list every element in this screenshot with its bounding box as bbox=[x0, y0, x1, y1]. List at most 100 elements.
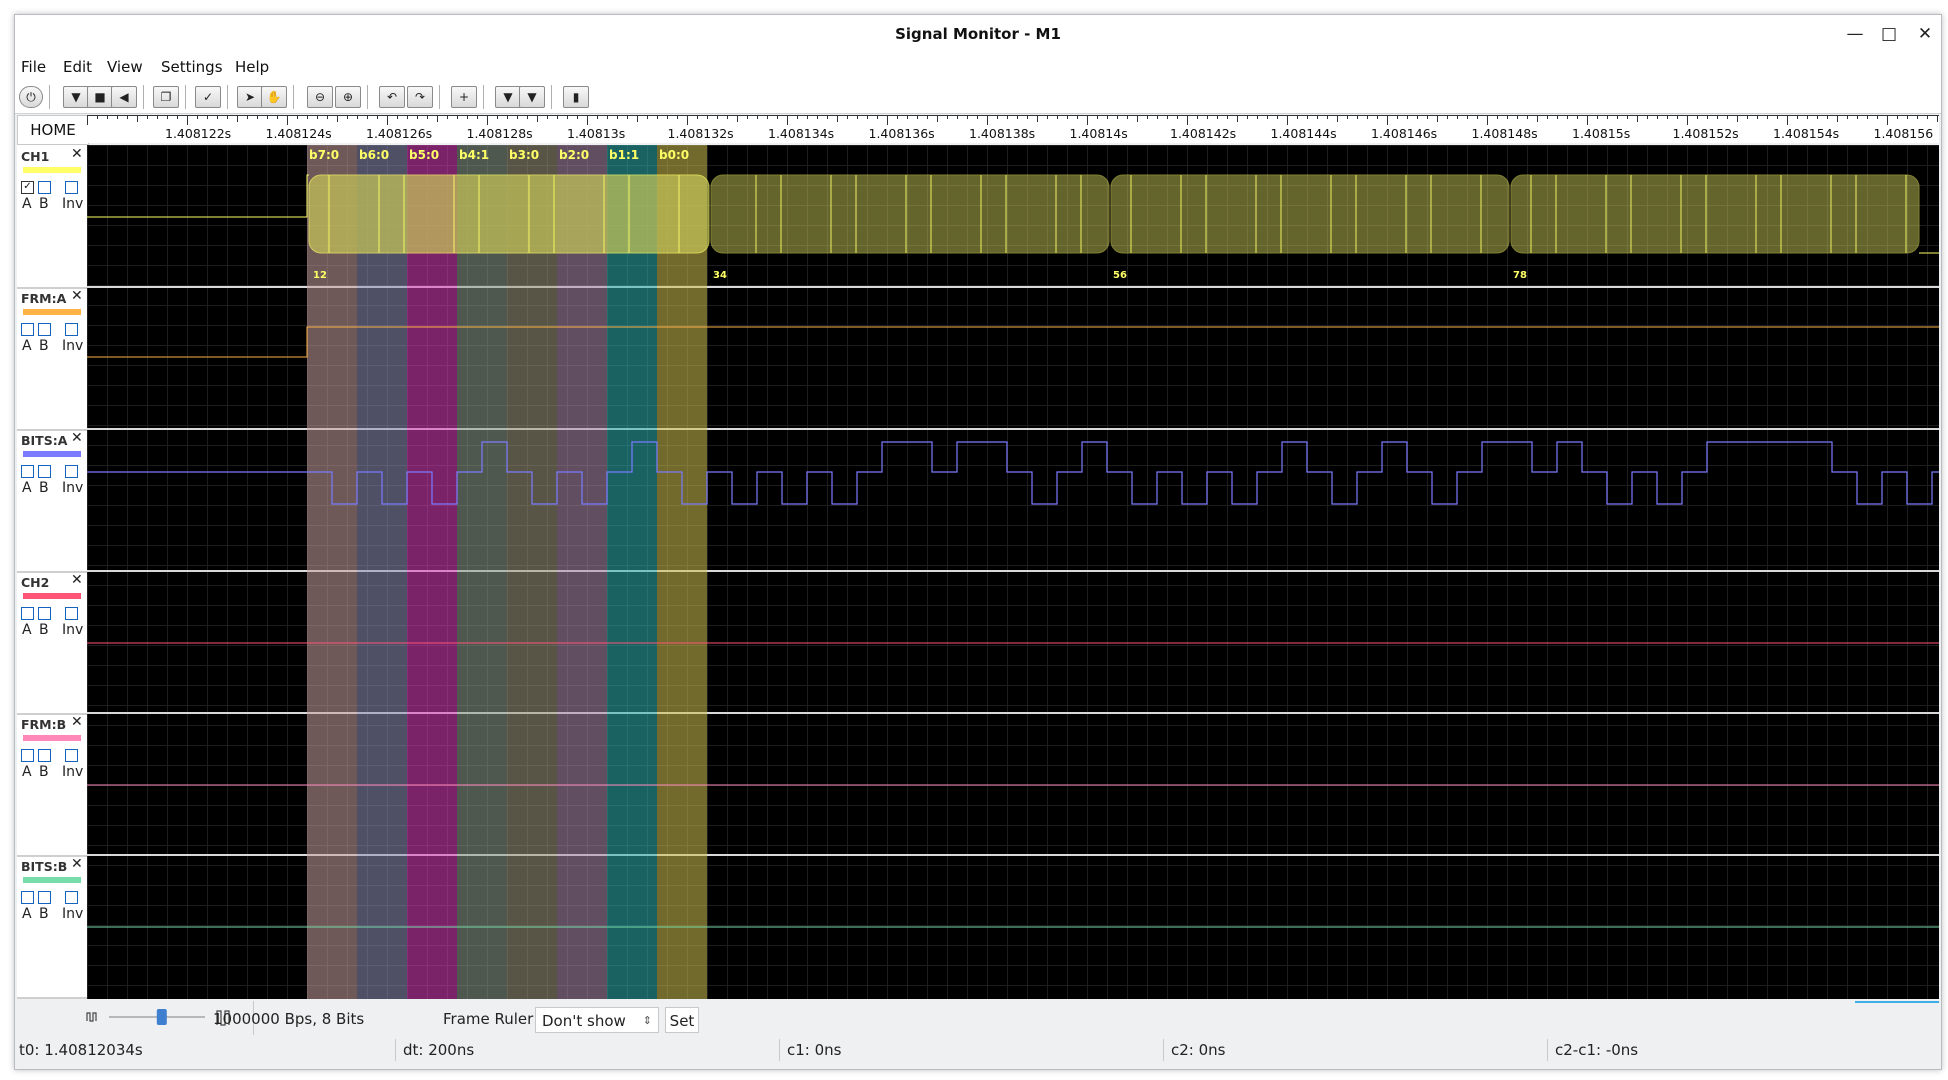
ruler-label: 1.408132s bbox=[667, 126, 734, 141]
hand-icon[interactable]: ✋ bbox=[261, 86, 287, 108]
close-channel-icon[interactable]: ✕ bbox=[71, 856, 83, 872]
add-icon[interactable]: + bbox=[451, 86, 477, 108]
ruler-label: 1.408154s bbox=[1773, 126, 1840, 141]
ruler-label: 1.40813s bbox=[567, 126, 626, 141]
undo-icon[interactable]: ↶ bbox=[379, 86, 405, 108]
set-button[interactable]: Set bbox=[665, 1007, 699, 1033]
close-channel-icon[interactable]: ✕ bbox=[71, 288, 83, 304]
zoom-out-icon[interactable]: ⊖ bbox=[307, 86, 333, 108]
close-channel-icon[interactable]: ✕ bbox=[71, 146, 83, 162]
channel-name[interactable]: CH2 bbox=[21, 575, 49, 590]
channel-color-swatch[interactable] bbox=[23, 593, 81, 599]
label-inv: Inv bbox=[62, 480, 84, 496]
checkbox-a[interactable] bbox=[21, 607, 34, 620]
checkbox-inv[interactable] bbox=[65, 749, 78, 762]
menu-help[interactable]: Help bbox=[235, 58, 269, 76]
filter-icon[interactable]: ▼ bbox=[495, 86, 521, 108]
arrow-down-icon[interactable]: ▼ bbox=[63, 86, 89, 108]
checkbox-inv[interactable] bbox=[65, 607, 78, 620]
toolbar-separator bbox=[483, 85, 484, 109]
slider-handle[interactable] bbox=[156, 1009, 167, 1025]
checkbox-a[interactable] bbox=[21, 323, 34, 336]
bit-band bbox=[507, 145, 557, 999]
maximize-icon[interactable]: □ bbox=[1875, 21, 1903, 47]
toolbar: ⏻ ▼ ■ ◀ ❐ ✓ ➤ ✋ ⊖ ⊕ ↶ ↷ + ▼ ▼ ▮ bbox=[15, 79, 1941, 114]
checkbox-b[interactable] bbox=[38, 891, 51, 904]
close-icon[interactable]: ✕ bbox=[1911, 21, 1939, 47]
ruler-label: 1.408142s bbox=[1170, 126, 1237, 141]
time-ruler[interactable]: 1.408122s 1.408124s 1.408126s 1.408128s 1.40… bbox=[87, 115, 1939, 143]
filter-all-icon[interactable]: ▼ bbox=[519, 86, 545, 108]
frame-ruler-select[interactable]: Don't show ⇕ bbox=[535, 1007, 659, 1033]
checkbox-inv[interactable] bbox=[65, 181, 78, 194]
bit-label: b4:1 bbox=[459, 148, 489, 162]
checkbox-b[interactable] bbox=[38, 749, 51, 762]
capture-icon[interactable]: ▮ bbox=[563, 86, 589, 108]
ruler-label: 1.408126s bbox=[366, 126, 433, 141]
close-channel-icon[interactable]: ✕ bbox=[71, 572, 83, 588]
layers-icon[interactable]: ❐ bbox=[153, 86, 179, 108]
zoom-in-icon[interactable]: ⊕ bbox=[335, 86, 361, 108]
menu-settings[interactable]: Settings bbox=[161, 58, 223, 76]
checkbox-a[interactable] bbox=[21, 749, 34, 762]
arrow-left-icon[interactable]: ◀ bbox=[111, 86, 137, 108]
bit-band bbox=[357, 145, 407, 999]
channel-header: FRM:A ✕ A B Inv bbox=[17, 287, 87, 431]
toolbar-separator bbox=[367, 85, 368, 109]
pointer-icon[interactable]: ➤ bbox=[237, 86, 263, 108]
redo-icon[interactable]: ↷ bbox=[407, 86, 433, 108]
ruler-label: 1.408138s bbox=[969, 126, 1036, 141]
home-button[interactable]: HOME bbox=[17, 115, 89, 145]
menu-view[interactable]: View bbox=[107, 58, 143, 76]
channel-color-swatch[interactable] bbox=[23, 167, 81, 173]
dt-readout: dt: 200ns bbox=[399, 1039, 780, 1061]
channel-name[interactable]: FRM:A bbox=[21, 291, 66, 306]
checkbox-a[interactable] bbox=[21, 891, 34, 904]
label-b: B bbox=[39, 480, 49, 496]
pin-icon[interactable]: ✓ bbox=[195, 86, 221, 108]
window-title: Signal Monitor - M1 bbox=[895, 25, 1061, 43]
close-channel-icon[interactable]: ✕ bbox=[71, 430, 83, 446]
label-a: A bbox=[22, 622, 32, 638]
channel-name[interactable]: CH1 bbox=[21, 149, 49, 164]
checkbox-b[interactable] bbox=[38, 607, 51, 620]
channel-color-swatch[interactable] bbox=[23, 451, 81, 457]
channel-color-swatch[interactable] bbox=[23, 309, 81, 315]
label-b: B bbox=[39, 764, 49, 780]
checkbox-inv[interactable] bbox=[65, 323, 78, 336]
toolbar-separator bbox=[293, 85, 294, 109]
menu-edit[interactable]: Edit bbox=[63, 58, 92, 76]
channel-color-swatch[interactable] bbox=[23, 735, 81, 741]
frame-capsule bbox=[1510, 174, 1920, 254]
channel-name[interactable]: FRM:B bbox=[21, 717, 66, 732]
checkbox-a[interactable]: ✓ bbox=[21, 181, 34, 194]
frame-capsule bbox=[710, 174, 1110, 254]
c1-readout: c1: 0ns bbox=[783, 1039, 1164, 1061]
channel-header: FRM:B ✕ A B Inv bbox=[17, 713, 87, 857]
checkbox-b[interactable] bbox=[38, 323, 51, 336]
chevron-updown-icon: ⇕ bbox=[642, 1014, 652, 1027]
waveform-canvas: b7:0 b6:0 b5:0 b4:1 b3:0 b2:0 b1:1 b0:0 12 34 56 78 bbox=[87, 145, 1939, 999]
checkbox-a[interactable] bbox=[21, 465, 34, 478]
bitrate-label: 1000000 Bps, 8 Bits bbox=[213, 1010, 365, 1028]
checkbox-inv[interactable] bbox=[65, 465, 78, 478]
zoom-slider[interactable] bbox=[75, 1001, 235, 1035]
frame-capsule bbox=[1110, 174, 1510, 254]
label-inv: Inv bbox=[62, 196, 84, 212]
waveform-plot[interactable]: b7:0 b6:0 b5:0 b4:1 b3:0 b2:0 b1:1 b0:0 12 34 56 78 bbox=[87, 145, 1939, 999]
bit-label: b2:0 bbox=[559, 148, 589, 162]
minimize-icon[interactable]: — bbox=[1841, 21, 1869, 47]
checkbox-inv[interactable] bbox=[65, 891, 78, 904]
frame-label: 12 bbox=[313, 270, 327, 281]
channel-name[interactable]: BITS:B bbox=[21, 859, 67, 874]
checkbox-b[interactable] bbox=[38, 181, 51, 194]
lock-icon[interactable]: ■ bbox=[87, 86, 113, 108]
bit-band bbox=[657, 145, 707, 999]
checkbox-b[interactable] bbox=[38, 465, 51, 478]
close-channel-icon[interactable]: ✕ bbox=[71, 714, 83, 730]
label-a: A bbox=[22, 764, 32, 780]
power-icon[interactable]: ⏻ bbox=[19, 86, 43, 108]
channel-color-swatch[interactable] bbox=[23, 877, 81, 883]
menu-file[interactable]: File bbox=[21, 58, 46, 76]
channel-name[interactable]: BITS:A bbox=[21, 433, 67, 448]
